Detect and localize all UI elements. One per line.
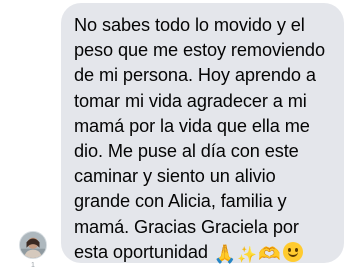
message-status-indicator: 1 (31, 262, 35, 269)
sender-avatar[interactable] (19, 231, 47, 259)
folded-hands-emoji-icon: 🙏 (213, 243, 237, 265)
message-text: No sabes todo lo movido y el peso que me… (74, 13, 334, 267)
heart-hands-emoji-icon: 🫶 (258, 243, 281, 265)
chat-thread: No sabes todo lo movido y el peso que me… (0, 0, 350, 269)
avatar-photo-icon (20, 232, 46, 258)
sparkles-emoji-icon: ✨ (237, 244, 258, 264)
smiling-face-emoji-icon (282, 241, 303, 262)
message-body: No sabes todo lo movido y el peso que me… (74, 15, 325, 262)
message-bubble[interactable]: No sabes todo lo movido y el peso que me… (61, 3, 344, 265)
